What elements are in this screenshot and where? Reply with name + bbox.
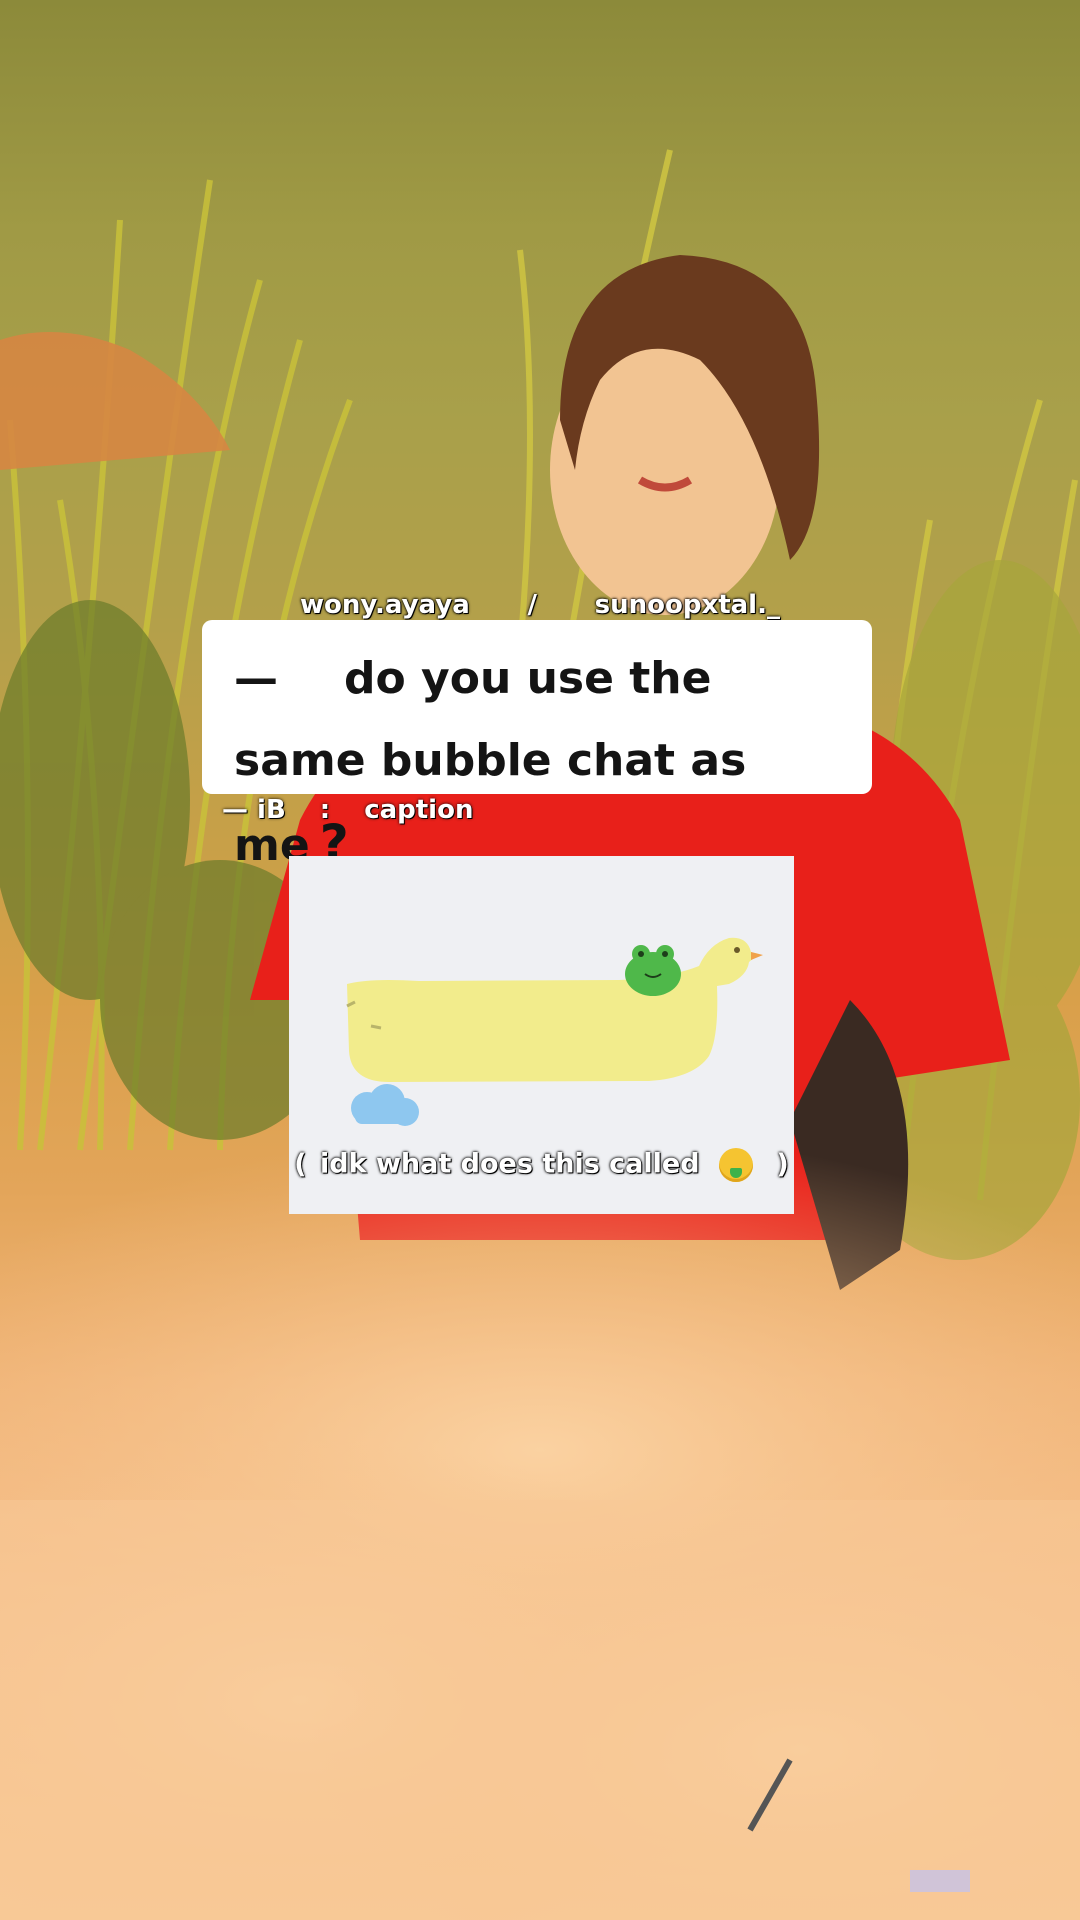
bubble-note: ( idk what does this called ) (289, 1148, 794, 1182)
bubble-example-card: ( idk what does this called ) (289, 856, 794, 1214)
caption-line: — iB : caption (222, 795, 473, 825)
caption-prefix: — iB (222, 795, 286, 825)
caption-label: caption (364, 795, 474, 825)
credits-line: wony.ayaya / sunoopxtal._ (300, 590, 780, 620)
note-close-paren: ) (776, 1148, 789, 1180)
bubble-shape (347, 937, 759, 1082)
credit-right-handle: sunoopxtal._ (594, 590, 780, 620)
fog (0, 1130, 1080, 1920)
note-open-paren: ( (294, 1148, 307, 1180)
cloud-icon (351, 1084, 419, 1126)
rock (0, 332, 230, 470)
money-mouth-face-icon (718, 1148, 753, 1182)
frog-icon (625, 945, 681, 996)
caption-separator: : (319, 795, 331, 825)
credit-left-handle: wony.ayaya (300, 590, 470, 620)
question-dash: — (234, 653, 278, 704)
question-card: — do you use the same bubble chat as me? (202, 620, 872, 872)
credit-separator: / (527, 590, 537, 620)
note-text: idk what does this called (320, 1148, 700, 1180)
